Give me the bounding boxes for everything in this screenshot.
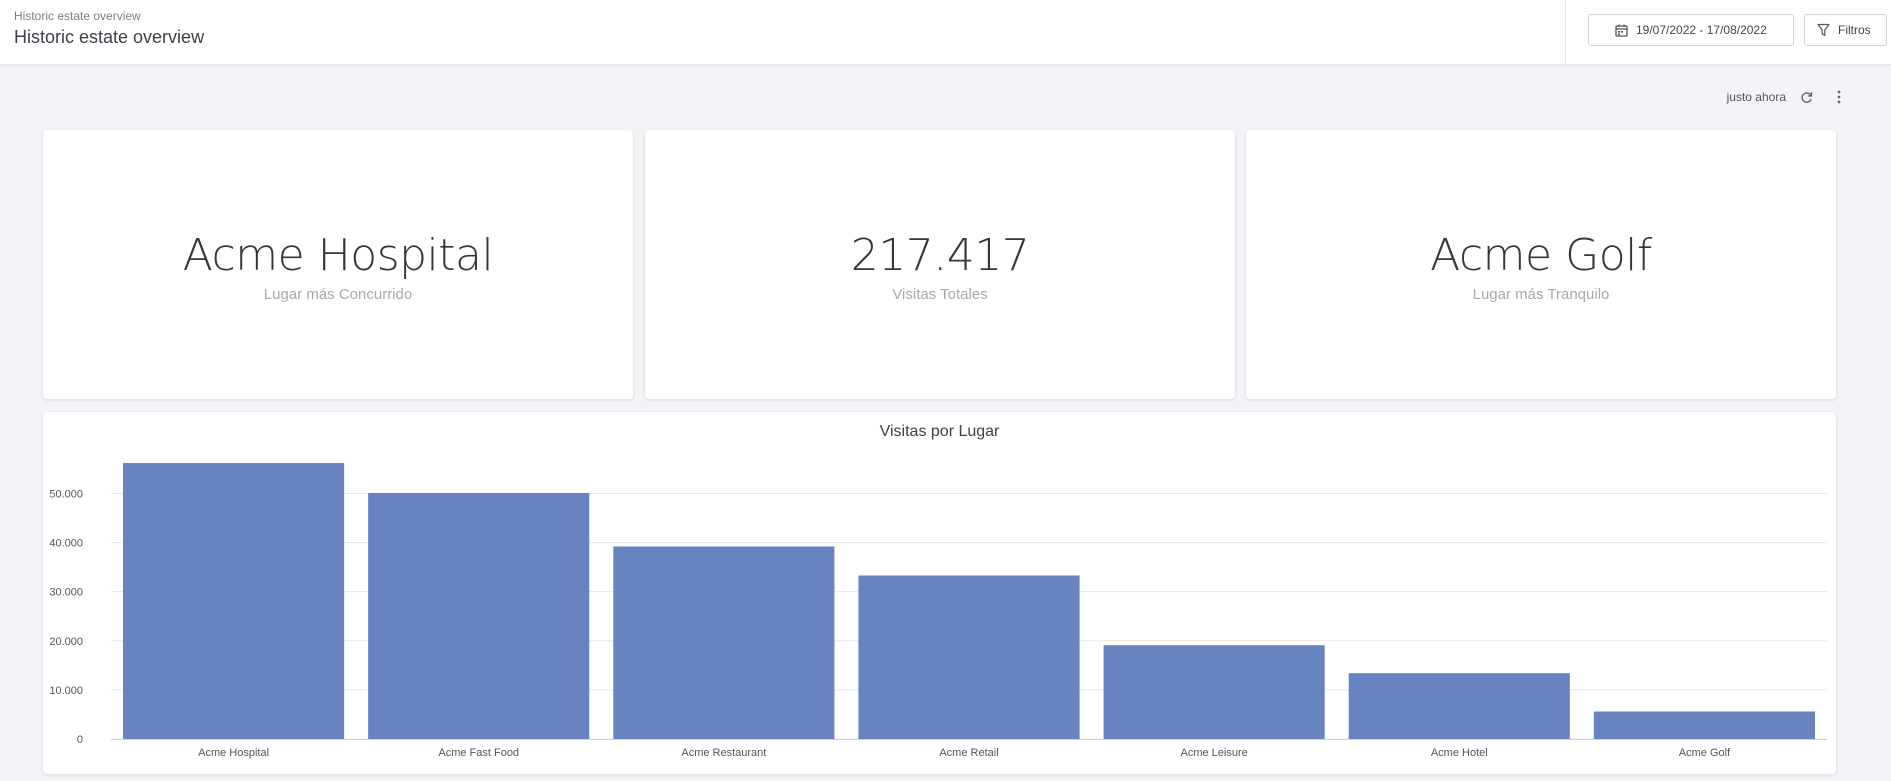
x-tick-label: Acme Hotel xyxy=(1431,747,1488,759)
y-tick-label: 20.000 xyxy=(49,636,83,648)
date-range-label: 19/07/2022 - 17/08/2022 xyxy=(1636,23,1767,37)
refresh-status: justo ahora xyxy=(1726,90,1786,104)
dashboard-tools: justo ahora xyxy=(1727,90,1841,104)
y-tick-label: 0 xyxy=(77,734,83,746)
page-title: Historic estate overview xyxy=(14,27,205,47)
filters-label: Filtros xyxy=(1838,23,1871,37)
kpi-value: 217.417 xyxy=(850,230,1030,281)
refresh-icon[interactable] xyxy=(1800,91,1813,104)
topbar-divider xyxy=(1565,0,1566,65)
x-tick-label: Acme Hospital xyxy=(198,747,269,759)
bar xyxy=(1103,645,1325,739)
kpi-card-total-visits: 217.417 Visitas Totales xyxy=(645,130,1235,399)
x-tick-label: Acme Fast Food xyxy=(438,747,519,759)
date-range-button[interactable]: 19/07/2022 - 17/08/2022 xyxy=(1588,14,1794,46)
y-tick-label: 30.000 xyxy=(49,587,83,599)
kpi-label: Visitas Totales xyxy=(892,286,988,303)
bar-chart-svg: 0 10.000 20.000 30.000 40.000 50.000 Acme Hosp… xyxy=(49,463,1827,759)
y-tick-label: 10.000 xyxy=(49,685,83,697)
kpi-card-quietest: Acme Golf Lugar más Tranquilo xyxy=(1246,130,1836,399)
chart-title: Visitas por Lugar xyxy=(879,423,1000,440)
bar xyxy=(1348,673,1570,739)
bar xyxy=(858,575,1080,739)
kpi-label: Lugar más Tranquilo xyxy=(1472,286,1610,303)
y-tick-label: 40.000 xyxy=(49,538,83,550)
calendar-icon xyxy=(1615,24,1628,37)
filters-button[interactable]: Filtros xyxy=(1804,14,1887,46)
x-tick-label: Acme Golf xyxy=(1679,747,1731,759)
kpi-label: Lugar más Concurrido xyxy=(263,286,413,303)
x-tick-label: Acme Leisure xyxy=(1181,747,1248,759)
top-bar: Historic estate overview Historic estate… xyxy=(0,0,1891,65)
bar xyxy=(123,463,345,739)
kpi-value: Acme Hospital xyxy=(182,230,494,281)
bar xyxy=(1593,711,1815,739)
visits-by-place-chart: 0 10.000 20.000 30.000 40.000 50.000 Acme Hosp… xyxy=(43,412,1836,774)
filter-icon xyxy=(1817,23,1830,37)
bar xyxy=(368,492,590,739)
breadcrumb[interactable]: Historic estate overview xyxy=(14,9,141,23)
x-tick-label: Acme Retail xyxy=(939,747,998,759)
bar xyxy=(613,546,835,739)
more-options-icon[interactable] xyxy=(1837,90,1841,104)
kpi-value: Acme Golf xyxy=(1430,230,1652,281)
kpi-card-busiest: Acme Hospital Lugar más Concurrido xyxy=(43,130,633,399)
x-tick-label: Acme Restaurant xyxy=(681,747,766,759)
y-tick-label: 50.000 xyxy=(49,488,83,500)
